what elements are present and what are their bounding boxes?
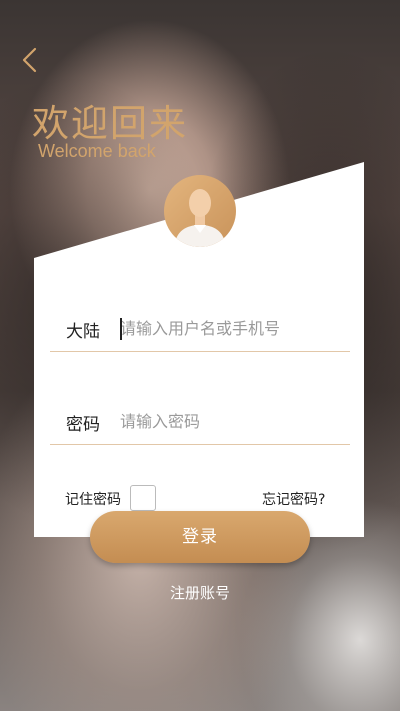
remember-password-checkbox[interactable] <box>130 485 156 511</box>
forgot-password-link[interactable]: 忘记密码? <box>262 489 325 509</box>
password-label: 密码 <box>66 415 100 435</box>
register-account-link[interactable]: 注册账号 <box>0 582 400 603</box>
username-row: 大陆 <box>50 307 350 352</box>
password-input[interactable] <box>120 404 345 438</box>
back-button[interactable] <box>16 44 46 78</box>
region-label[interactable]: 大陆 <box>66 317 100 342</box>
password-row: 密码 <box>50 400 350 445</box>
welcome-title: 欢迎回来 <box>32 102 188 145</box>
user-avatar-icon <box>164 175 236 247</box>
welcome-subtitle: Welcome back <box>38 141 156 161</box>
login-button[interactable]: 登录 <box>90 511 310 563</box>
text-caret <box>120 318 122 340</box>
username-input[interactable] <box>120 311 345 345</box>
chevron-left-icon <box>22 47 37 73</box>
remember-password-label: 记住密码 <box>65 492 121 508</box>
